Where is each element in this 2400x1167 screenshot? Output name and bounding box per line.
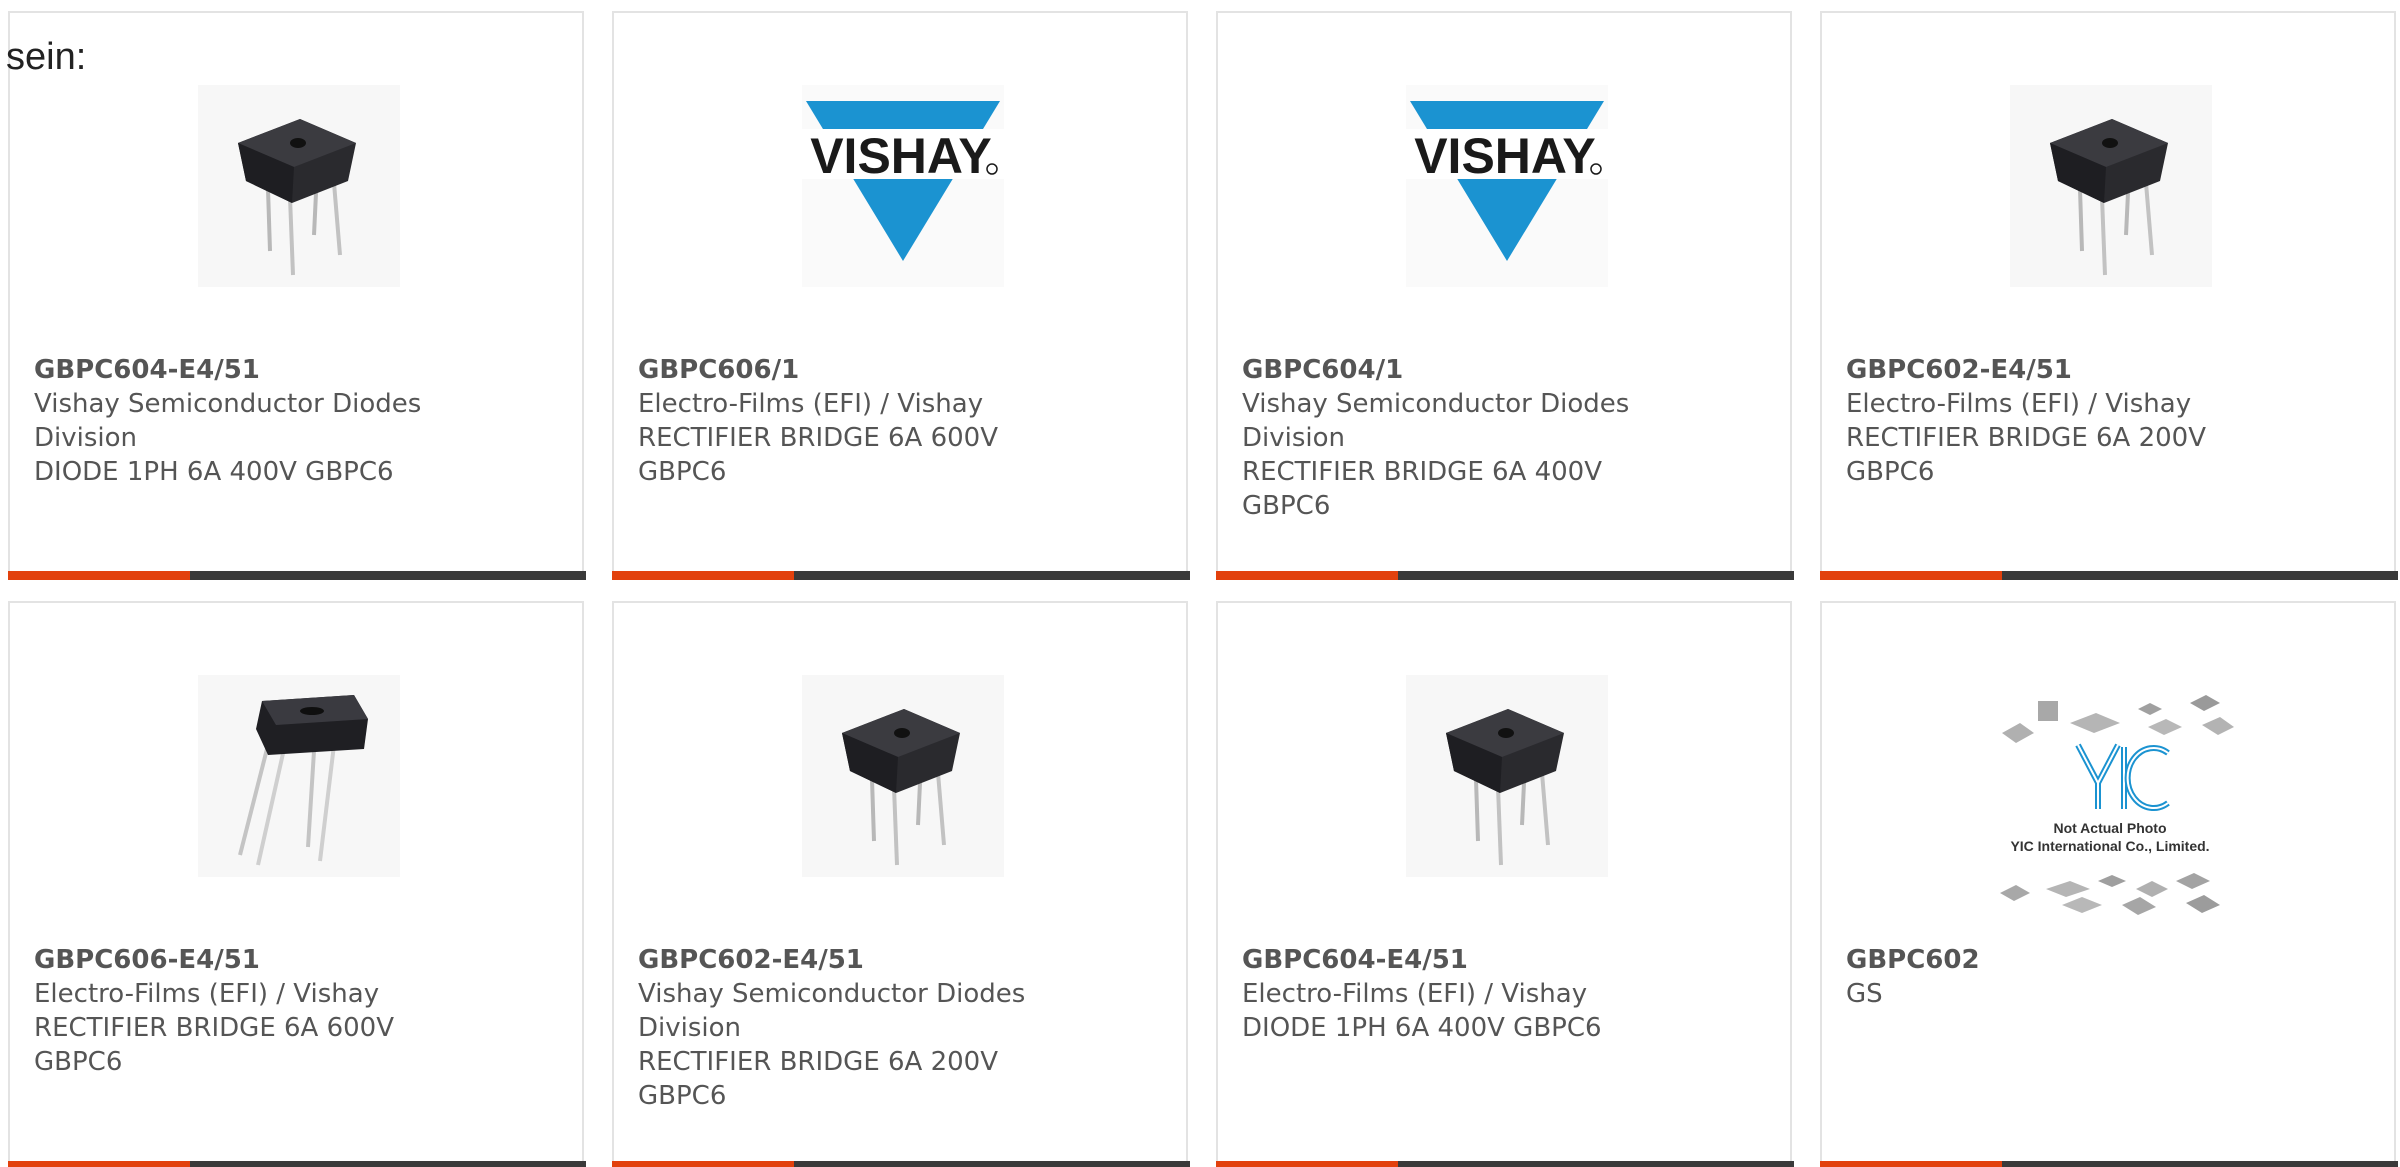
part-number[interactable]: GBPC606/1 [638,353,1058,387]
card-accent [8,571,190,580]
card-bottom-bar [1216,571,1794,580]
bridge-rectifier-icon [198,85,400,287]
not-actual-photo-placeholder: Not Actual Photo YIC International Co., … [1972,683,2248,933]
part-number[interactable]: GBPC606-E4/51 [34,943,454,977]
product-card[interactable]: GBPC604-E4/51 Vishay Semiconductor Diode… [8,11,586,580]
product-card[interactable]: GBPC606-E4/51 Electro-Films (EFI) / Vish… [8,601,586,1167]
product-image[interactable] [1406,675,1608,877]
product-card[interactable]: GBPC602-E4/51 Vishay Semiconductor Diode… [612,601,1190,1167]
card-accent [612,571,794,580]
product-info: GBPC602-E4/51 Vishay Semiconductor Diode… [638,943,1058,1113]
placeholder-caption: Not Actual Photo [2053,820,2166,836]
product-info: GBPC606/1 Electro-Films (EFI) / Vishay R… [638,353,1058,489]
part-number[interactable]: GBPC604/1 [1242,353,1662,387]
card-accent [1216,1161,1398,1167]
part-number[interactable]: GBPC602-E4/51 [1846,353,2266,387]
manufacturer: GS [1846,979,1883,1009]
logo-text: VISHAY [1414,128,1596,184]
part-number[interactable]: GBPC604-E4/51 [1242,943,1662,977]
product-image[interactable] [198,85,400,287]
product-card[interactable]: VISHAY GBPC606/1 Electro-Films (EFI) / V… [612,11,1190,580]
card-bottom-bar [1820,1161,2398,1167]
manufacturer: Electro-Films (EFI) / Vishay [1242,979,1588,1009]
manufacturer: Vishay Semiconductor Diodes Division [638,979,1026,1043]
card-accent [1216,571,1398,580]
description: RECTIFIER BRIDGE 6A 200V GBPC6 [638,1047,999,1111]
product-grid-page: sein: GBPC604-E4/51 Vishay Semiconductor… [0,0,2400,1167]
product-card[interactable]: GBPC602-E4/51 Electro-Films (EFI) / Vish… [1820,11,2398,580]
card-accent [8,1161,190,1167]
product-info: GBPC604/1 Vishay Semiconductor Diodes Di… [1242,353,1662,523]
product-image[interactable] [198,675,400,877]
bridge-rectifier-icon [2010,85,2212,287]
description: RECTIFIER BRIDGE 6A 600V GBPC6 [34,1013,395,1077]
description: RECTIFIER BRIDGE 6A 400V GBPC6 [1242,457,1603,521]
vishay-logo-icon: VISHAY [802,85,1004,287]
part-number[interactable]: GBPC602 [1846,943,2266,977]
bridge-rectifier-icon [1406,675,1608,877]
description: DIODE 1PH 6A 400V GBPC6 [34,457,394,487]
vishay-logo-icon: VISHAY [1406,85,1608,287]
card-accent [612,1161,794,1167]
product-info: GBPC602 GS [1846,943,2266,1011]
product-info: GBPC604-E4/51 Electro-Films (EFI) / Vish… [1242,943,1662,1045]
manufacturer: Vishay Semiconductor Diodes Division [34,389,422,453]
product-card[interactable]: GBPC604-E4/51 Electro-Films (EFI) / Vish… [1216,601,1794,1167]
intro-text: sein: [6,36,87,78]
manufacturer: Electro-Films (EFI) / Vishay [34,979,380,1009]
part-number[interactable]: GBPC604-E4/51 [34,353,454,387]
card-bottom-bar [612,571,1190,580]
manufacturer: Electro-Films (EFI) / Vishay [638,389,984,419]
description: DIODE 1PH 6A 400V GBPC6 [1242,1013,1602,1043]
product-image[interactable] [802,675,1004,877]
bridge-rectifier-icon [198,675,400,877]
product-card[interactable]: Not Actual Photo YIC International Co., … [1820,601,2398,1167]
manufacturer: Vishay Semiconductor Diodes Division [1242,389,1630,453]
manufacturer: Electro-Films (EFI) / Vishay [1846,389,2192,419]
card-accent [1820,571,2002,580]
description: RECTIFIER BRIDGE 6A 600V GBPC6 [638,423,999,487]
placeholder-company: YIC International Co., Limited. [2010,838,2209,854]
part-number[interactable]: GBPC602-E4/51 [638,943,1058,977]
description: RECTIFIER BRIDGE 6A 200V GBPC6 [1846,423,2207,487]
card-bottom-bar [8,571,586,580]
card-accent [1820,1161,2002,1167]
product-info: GBPC604-E4/51 Vishay Semiconductor Diode… [34,353,454,489]
product-card[interactable]: VISHAY GBPC604/1 Vishay Semiconductor Di… [1216,11,1794,580]
card-bottom-bar [612,1161,1190,1167]
bridge-rectifier-icon [802,675,1004,877]
card-bottom-bar [1820,571,2398,580]
logo-text: VISHAY [810,128,992,184]
product-image[interactable]: VISHAY [1406,85,1608,287]
product-image[interactable]: Not Actual Photo YIC International Co., … [1972,683,2248,933]
product-info: GBPC606-E4/51 Electro-Films (EFI) / Vish… [34,943,454,1079]
card-bottom-bar [8,1161,586,1167]
product-image[interactable] [2010,85,2212,287]
product-image[interactable]: VISHAY [802,85,1004,287]
product-info: GBPC602-E4/51 Electro-Films (EFI) / Vish… [1846,353,2266,489]
card-bottom-bar [1216,1161,1794,1167]
